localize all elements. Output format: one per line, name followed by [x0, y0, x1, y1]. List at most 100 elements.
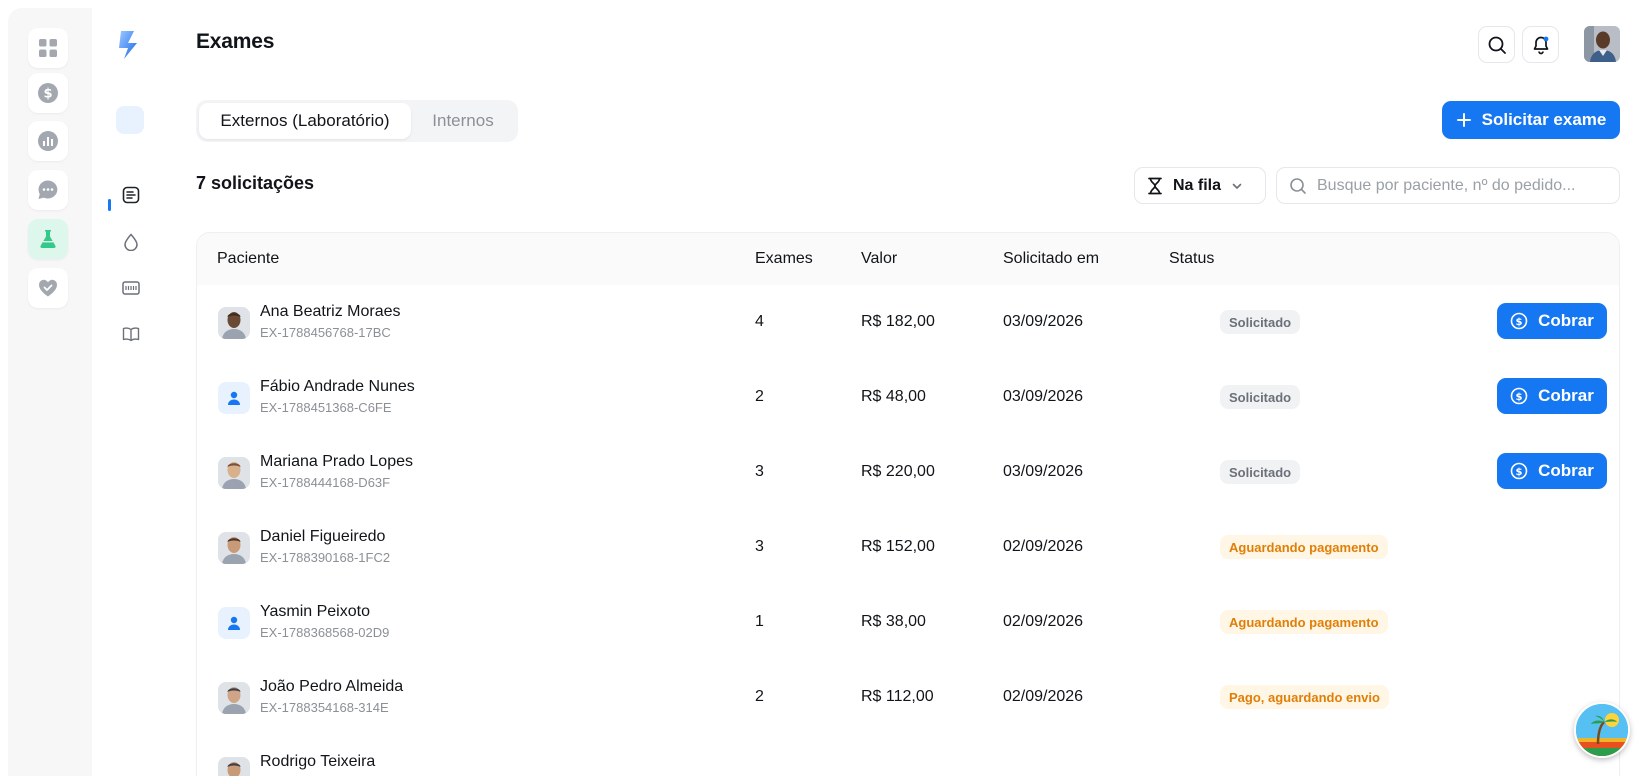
coin-icon: $	[1510, 387, 1528, 405]
user-icon	[228, 391, 240, 405]
id-card-icon	[122, 281, 140, 295]
exam-type-tabs: Externos (Laboratório) Internos	[196, 100, 518, 142]
svg-text:$: $	[1516, 317, 1523, 328]
status-badge: Aguardando pagamento	[1220, 610, 1388, 634]
chart-icon	[38, 131, 58, 151]
table-row[interactable]: Mariana Prado Lopes EX-1788444168-D63F 3 R$…	[197, 435, 1619, 510]
exam-count: 2	[755, 388, 764, 405]
patient-avatar	[218, 382, 250, 414]
chevron-down-icon	[1232, 183, 1242, 189]
exam-count: 4	[755, 313, 764, 330]
queue-filter-dropdown[interactable]: Na fila	[1134, 167, 1266, 204]
patient-avatar	[218, 607, 250, 639]
active-indicator	[108, 199, 111, 211]
requested-date: 03/09/2026	[1003, 463, 1084, 480]
request-id: EX-1788456768-17BC	[260, 325, 391, 340]
user-avatar[interactable]	[1584, 26, 1620, 62]
brand-logo-icon	[119, 31, 137, 59]
patient-avatar	[218, 532, 250, 564]
rail-exams-button[interactable]	[28, 219, 68, 259]
rail-messages-button[interactable]	[28, 170, 68, 210]
requested-date: 02/09/2026	[1003, 688, 1084, 705]
requested-date: 02/09/2026	[1003, 613, 1084, 630]
chat-icon	[38, 180, 58, 199]
table-body: Ana Beatriz Moraes EX-1788456768-17BC 4 R$ …	[197, 285, 1619, 776]
rail-reports-button[interactable]	[28, 121, 68, 161]
charge-label: Cobrar	[1538, 461, 1594, 480]
status-badge: Pago, aguardando envio	[1220, 685, 1389, 709]
secondary-sidebar	[92, 0, 184, 776]
patient-name[interactable]: Mariana Prado Lopes	[260, 453, 413, 471]
exam-count: 3	[755, 538, 764, 555]
patient-name[interactable]: Rodrigo Teixeira	[260, 753, 375, 771]
drop-icon	[124, 233, 138, 251]
side-item-exams[interactable]	[120, 184, 142, 206]
exam-count: 3	[755, 463, 764, 480]
tab-internal[interactable]: Internos	[411, 103, 515, 139]
header-requested-at[interactable]: Solicitado em	[1003, 250, 1099, 268]
status-badge: Solicitado	[1220, 460, 1301, 484]
header-value[interactable]: Valor	[861, 250, 897, 268]
workspace-pill[interactable]	[116, 106, 144, 134]
patient-name[interactable]: Daniel Figueiredo	[260, 528, 385, 546]
patient-name[interactable]: João Pedro Almeida	[260, 678, 403, 696]
rail-dashboard-button[interactable]	[28, 28, 68, 68]
patient-name[interactable]: Fábio Andrade Nunes	[260, 378, 415, 396]
assistant-avatar-button[interactable]	[1574, 702, 1630, 758]
tab-external[interactable]: Externos (Laboratório)	[199, 103, 411, 139]
charge-button[interactable]: $ Cobrar	[1497, 453, 1607, 489]
table-row[interactable]: Fábio Andrade Nunes EX-1788451368-C6FE 2 R$…	[197, 360, 1619, 435]
requested-date: 03/09/2026	[1003, 388, 1084, 405]
rail-health-button[interactable]	[28, 268, 68, 308]
user-photo-icon	[1584, 26, 1620, 62]
exam-count: 2	[755, 688, 764, 705]
search-icon	[1290, 177, 1306, 194]
plus-icon	[1456, 113, 1471, 127]
table-row[interactable]: João Pedro Almeida EX-1788354168-314E 2 R$ …	[197, 660, 1619, 735]
exam-value: R$ 38,00	[861, 613, 926, 630]
filter-label: Na fila	[1173, 176, 1222, 194]
app-rail: $	[8, 8, 92, 776]
request-count: 7 solicitações	[196, 173, 315, 193]
island-icon	[1576, 704, 1628, 756]
header-patient[interactable]: Paciente	[217, 250, 279, 268]
dollar-icon: $	[38, 83, 58, 103]
exam-doc-icon	[122, 186, 140, 204]
notifications-button[interactable]	[1522, 26, 1559, 63]
side-item-samples[interactable]	[120, 231, 142, 253]
book-icon	[122, 327, 140, 342]
side-item-cards[interactable]	[120, 277, 142, 299]
exam-value: R$ 48,00	[861, 388, 926, 405]
charge-button[interactable]: $ Cobrar	[1497, 303, 1607, 339]
header-status[interactable]: Status	[1169, 250, 1214, 268]
patient-avatar	[218, 457, 250, 489]
table-row[interactable]: Rodrigo Teixeira	[197, 735, 1619, 776]
patient-name[interactable]: Ana Beatriz Moraes	[260, 303, 401, 321]
patient-avatar	[218, 307, 250, 339]
exam-requests-table: Paciente Exames Valor Solicitado em Stat…	[196, 232, 1620, 776]
table-row[interactable]: Yasmin Peixoto EX-1788368568-02D9 1 R$ 38,0…	[197, 585, 1619, 660]
search-box	[1276, 167, 1620, 204]
rail-finance-button[interactable]: $	[28, 73, 68, 113]
request-id: EX-1788444168-D63F	[260, 475, 391, 490]
status-badge: Solicitado	[1220, 385, 1301, 409]
hourglass-icon	[1148, 177, 1162, 194]
exam-value: R$ 220,00	[861, 463, 935, 480]
svg-text:$: $	[1516, 392, 1523, 403]
search-button[interactable]	[1478, 26, 1515, 63]
side-item-library[interactable]	[120, 323, 142, 345]
svg-text:$: $	[1516, 467, 1523, 478]
charge-button[interactable]: $ Cobrar	[1497, 378, 1607, 414]
patient-avatar	[218, 682, 250, 714]
table-row[interactable]: Daniel Figueiredo EX-1788390168-1FC2 3 R$ 1…	[197, 510, 1619, 585]
search-input[interactable]	[1317, 176, 1607, 195]
table-row[interactable]: Ana Beatriz Moraes EX-1788456768-17BC 4 R$ …	[197, 285, 1619, 360]
patient-name[interactable]: Yasmin Peixoto	[260, 603, 370, 621]
request-exam-button[interactable]: Solicitar exame	[1442, 101, 1620, 139]
header-exams[interactable]: Exames	[755, 250, 813, 268]
requested-date: 03/09/2026	[1003, 313, 1084, 330]
exam-count: 1	[755, 613, 764, 630]
svg-text:$: $	[43, 87, 52, 102]
coin-icon: $	[1510, 462, 1528, 480]
grid-icon	[39, 39, 57, 57]
